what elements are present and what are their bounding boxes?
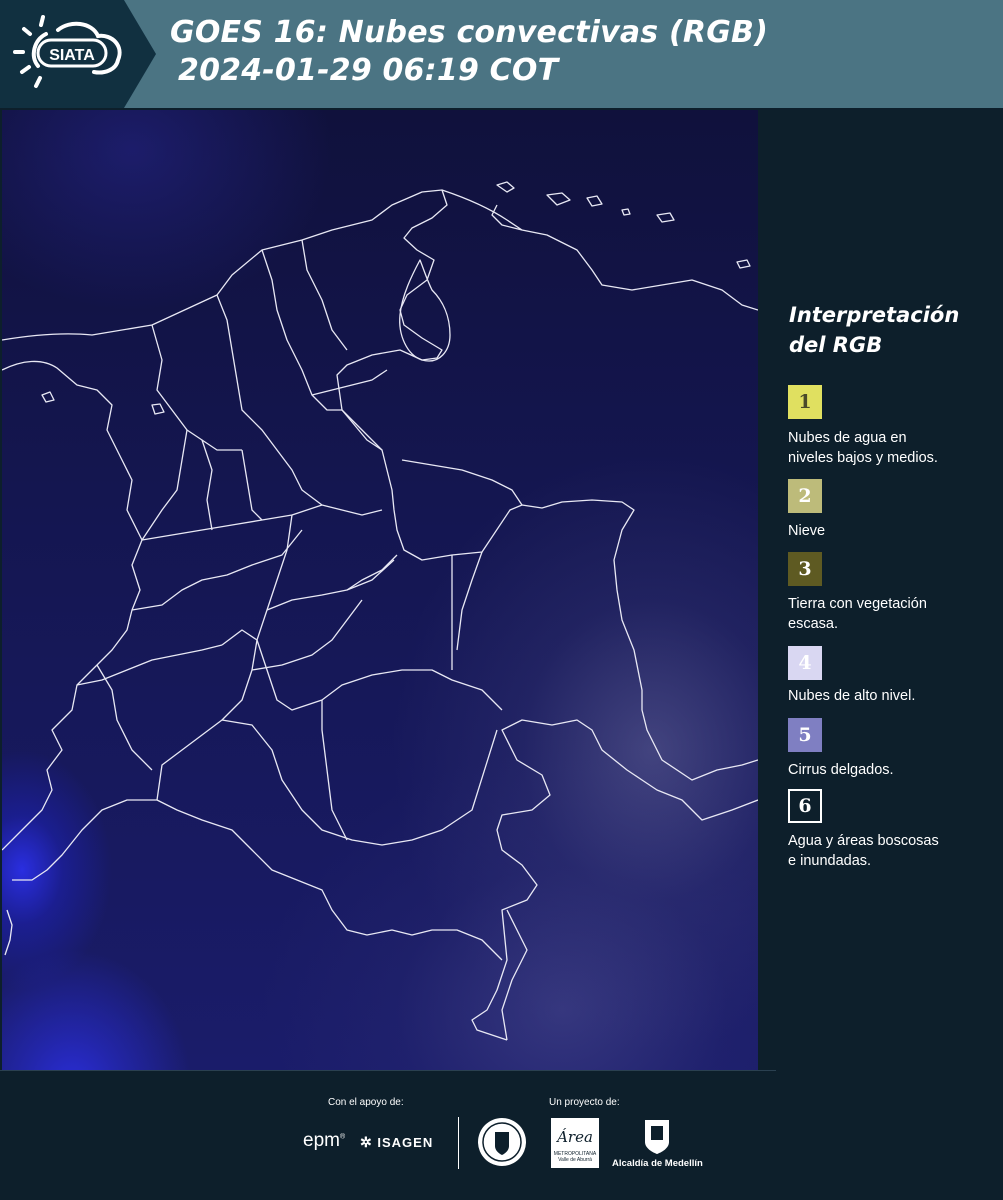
isagen-icon: ✲ bbox=[360, 1134, 373, 1150]
border-overlay bbox=[2, 181, 758, 1041]
legend-title: Interpretación del RGB bbox=[789, 300, 959, 360]
area-logo-text: Área bbox=[557, 1128, 593, 1146]
legend-label-2: Nieve bbox=[788, 521, 998, 541]
alcaldia-shield-icon bbox=[645, 1120, 669, 1154]
project-label: Un proyecto de: bbox=[549, 1097, 620, 1108]
colombia-border bbox=[2, 189, 758, 781]
epm-logo: epm® bbox=[303, 1130, 346, 1151]
legend-swatch-4: 4 bbox=[788, 646, 822, 680]
legend-label-line: Cirrus delgados. bbox=[788, 762, 894, 778]
legend-swatch-6: 6 bbox=[788, 789, 822, 823]
legend-label-3: Tierra con vegetación escasa. bbox=[788, 594, 998, 634]
lake-maracaibo bbox=[399, 259, 451, 362]
medellin-seal-icon bbox=[478, 1118, 526, 1166]
legend-label-line: niveles bajos y medios. bbox=[788, 450, 938, 466]
legend-number: 5 bbox=[798, 724, 812, 746]
title-line-1: GOES 16: Nubes convectivas (RGB) bbox=[170, 15, 769, 50]
footer-separator bbox=[458, 1117, 459, 1169]
area-metropolitana-logo: Área METROPOLITANA Valle de Aburrá bbox=[551, 1118, 599, 1168]
legend-label-6: Agua y áreas boscosas e inundadas. bbox=[788, 831, 998, 871]
legend-label-5: Cirrus delgados. bbox=[788, 760, 998, 780]
title-line-2: 2024-01-29 06:19 COT bbox=[178, 53, 559, 88]
legend-label-line: escasa. bbox=[788, 616, 838, 632]
legend-title-line-2: del RGB bbox=[789, 333, 883, 357]
isagen-logo-text: ISAGEN bbox=[377, 1135, 434, 1150]
logo-text: SIATA bbox=[49, 47, 95, 64]
legend-label-line: Tierra con vegetación bbox=[788, 596, 927, 612]
legend-label-line: e inundadas. bbox=[788, 853, 872, 869]
legend-swatch-5: 5 bbox=[788, 718, 822, 752]
logo-panel: SIATA bbox=[0, 0, 156, 108]
alcaldia-label: Alcaldía de Medellín bbox=[612, 1158, 703, 1169]
epm-logo-text: epm bbox=[303, 1130, 340, 1151]
legend-number: 4 bbox=[798, 652, 812, 674]
legend-number: 6 bbox=[798, 795, 812, 817]
page-title: GOES 16: Nubes convectivas (RGB) 2024-01… bbox=[170, 14, 768, 90]
legend-number: 1 bbox=[798, 391, 812, 413]
legend-title-line-1: Interpretación bbox=[789, 303, 960, 327]
header-bar: SIATA GOES 16: Nubes convectivas (RGB) 2… bbox=[0, 0, 1003, 108]
legend-label-1: Nubes de agua en niveles bajos y medios. bbox=[788, 428, 998, 468]
legend-label-line: Nieve bbox=[788, 523, 826, 539]
legend-swatch-1: 1 bbox=[788, 385, 822, 419]
legend-swatch-2: 2 bbox=[788, 479, 822, 513]
legend-label-line: Nubes de alto nivel. bbox=[788, 688, 916, 704]
area-subtitle-2: Valle de Aburrá bbox=[558, 1157, 592, 1163]
satellite-map bbox=[2, 110, 758, 1070]
legend-label-line: Nubes de agua en bbox=[788, 430, 907, 446]
support-label: Con el apoyo de: bbox=[328, 1097, 404, 1108]
legend-number: 2 bbox=[798, 485, 812, 507]
footer-divider bbox=[0, 1070, 776, 1071]
isagen-logo: ✲ ISAGEN bbox=[360, 1134, 433, 1151]
legend-number: 3 bbox=[798, 558, 812, 580]
legend-swatch-3: 3 bbox=[788, 552, 822, 586]
legend-label-line: Agua y áreas boscosas bbox=[788, 833, 939, 849]
legend-label-4: Nubes de alto nivel. bbox=[788, 686, 998, 706]
